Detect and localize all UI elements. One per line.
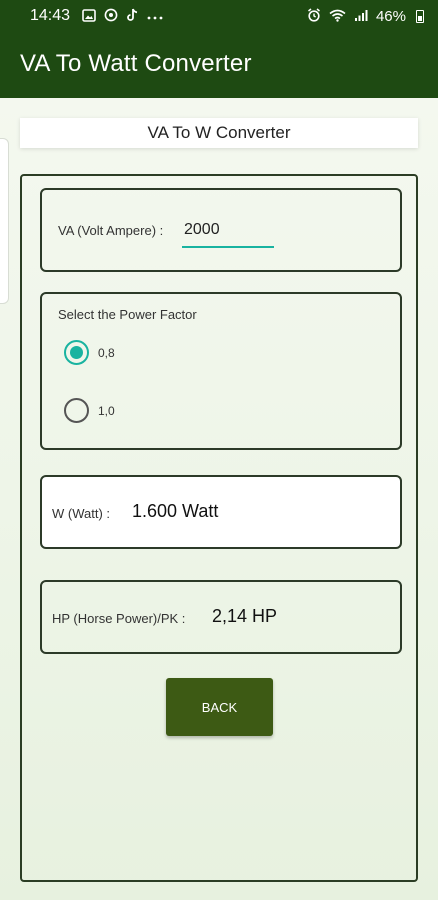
- tiktok-icon: [126, 8, 139, 24]
- signal-icon: [354, 9, 368, 24]
- watt-output-card: W (Watt) : 1.600 Watt: [40, 475, 402, 549]
- radio-checked-icon[interactable]: [64, 340, 89, 365]
- hp-output-card: HP (Horse Power)/PK : 2,14 HP: [40, 580, 402, 654]
- hp-output-label: HP (Horse Power)/PK :: [52, 611, 186, 626]
- app-title: VA To Watt Converter: [20, 50, 252, 77]
- side-drawer-edge[interactable]: [0, 138, 9, 304]
- battery-icon: [416, 9, 424, 23]
- page-title: VA To W Converter: [20, 118, 418, 148]
- image-icon: [82, 8, 96, 24]
- va-input-field[interactable]: [182, 218, 274, 248]
- watt-output-value: 1.600 Watt: [132, 501, 219, 521]
- va-input-card: VA (Volt Ampere) :: [40, 188, 402, 272]
- back-button[interactable]: BACK: [166, 678, 273, 736]
- power-factor-option-0-8[interactable]: 0,8: [64, 340, 115, 365]
- power-factor-label: Select the Power Factor: [58, 307, 197, 322]
- status-bar-right: 46%: [307, 8, 424, 25]
- alarm-icon: [307, 8, 321, 24]
- power-factor-card: Select the Power Factor 0,8 1,0: [40, 292, 402, 450]
- power-factor-option-label: 0,8: [98, 345, 115, 360]
- va-input-label: VA (Volt Ampere) :: [58, 223, 164, 238]
- converter-panel: VA (Volt Ampere) : Select the Power Fact…: [20, 174, 418, 882]
- more-icon: [147, 10, 163, 23]
- wifi-icon: [329, 9, 346, 24]
- battery-percent: 46%: [375, 7, 406, 25]
- power-factor-option-label: 1,0: [98, 403, 115, 418]
- status-time: 14:43: [30, 7, 71, 24]
- radio-unchecked-icon[interactable]: [64, 398, 89, 423]
- status-bar: 14:43 46%: [0, 0, 438, 32]
- app-bar: 14:43 46% VA To Watt Converter: [0, 0, 438, 98]
- whatsapp-icon: [104, 8, 118, 24]
- hp-output-value: 2,14 HP: [212, 606, 278, 626]
- watt-output-label: W (Watt) :: [52, 506, 111, 521]
- status-bar-left: 14:43: [30, 7, 163, 25]
- power-factor-option-1-0[interactable]: 1,0: [64, 398, 115, 423]
- main-content: VA To W Converter VA (Volt Ampere) : Sel…: [0, 98, 438, 900]
